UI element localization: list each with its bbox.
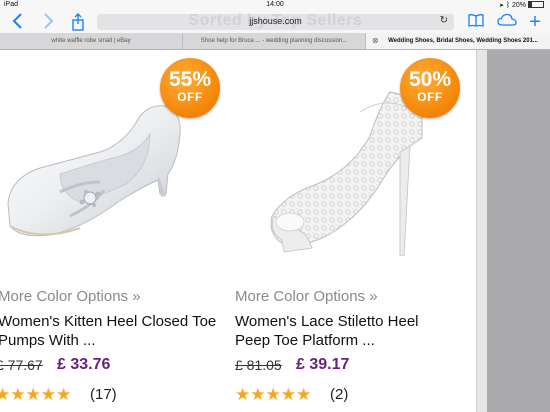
discount-percent: 55%: [168, 68, 212, 91]
discount-badge: 55% OFF: [160, 58, 220, 118]
review-count[interactable]: (17): [90, 386, 117, 403]
review-count[interactable]: (2): [330, 386, 348, 403]
clock: 14:00: [266, 1, 284, 8]
more-color-options-link[interactable]: More Color Options »: [235, 288, 378, 305]
more-color-options-link[interactable]: More Color Options »: [0, 288, 141, 305]
address-bar[interactable]: Sorted by Top Sellers jjshouse.com ↻: [97, 12, 454, 30]
tab-shoe-help[interactable]: Shoe help for Bruce.... - wedding planni…: [183, 33, 366, 49]
battery-percent: 20%: [511, 2, 526, 9]
status-right: ➤ ᛒ 20%: [500, 1, 544, 9]
tab-bar: white waffle robe small | eBay Shoe help…: [0, 33, 550, 50]
tab-label: white waffle robe small | eBay: [51, 38, 131, 44]
original-price: £ 77.67: [0, 357, 43, 373]
product-name-line: Women's Lace Stiletto Heel: [235, 313, 419, 330]
sale-price: £ 33.76: [57, 356, 111, 373]
star-rating: ★★★★★: [0, 385, 72, 404]
product-name-line: Peep Toe Platform ...: [235, 332, 375, 349]
forward-chevron-icon[interactable]: [38, 13, 58, 31]
star-rating: ★★★★★: [235, 385, 312, 404]
discount-badge: 50% OFF: [400, 58, 460, 118]
tab-label: Wedding Shoes, Bridal Shoes, Wedding Sho…: [388, 38, 538, 44]
status-bar: iPad 14:00 ➤ ᛒ 20%: [0, 0, 550, 11]
product-name-line: Pumps With ...: [0, 332, 96, 349]
bluetooth-icon: ᛒ: [505, 2, 511, 9]
bookmarks-icon[interactable]: [466, 13, 486, 31]
web-page-content: 55% OFF 50% OFF More Color Options » Wom…: [0, 50, 476, 412]
tab-wedding-shoes[interactable]: ⊗ Wedding Shoes, Bridal Shoes, Wedding S…: [366, 33, 550, 49]
discount-off-label: OFF: [417, 90, 443, 104]
icloud-tabs-icon[interactable]: [496, 13, 518, 31]
discount-percent: 50%: [408, 68, 452, 91]
close-tab-icon[interactable]: ⊗: [372, 33, 379, 49]
back-chevron-icon[interactable]: [8, 13, 28, 31]
original-price: £ 81.05: [235, 357, 282, 373]
product-name-line: Women's Kitten Heel Closed Toe: [0, 313, 217, 330]
sale-price: £ 39.17: [296, 356, 350, 373]
tab-ebay[interactable]: white waffle robe small | eBay: [0, 33, 183, 49]
location-icon: ➤: [499, 2, 504, 9]
product-name-link[interactable]: Women's Lace Stiletto Heel Peep Toe Plat…: [235, 312, 419, 350]
page-gutter: [487, 50, 550, 412]
tab-label: Shoe help for Bruce.... - wedding planni…: [200, 38, 348, 44]
discount-off-label: OFF: [177, 90, 203, 104]
product-name-link[interactable]: Women's Kitten Heel Closed Toe Pumps Wit…: [0, 312, 216, 350]
new-tab-icon[interactable]: +: [526, 12, 544, 32]
browser-toolbar: Sorted by Top Sellers jjshouse.com ↻ +: [0, 11, 550, 33]
page-scrollbar[interactable]: [476, 50, 487, 412]
battery-icon: [528, 1, 544, 8]
url-host: jjshouse.com: [249, 16, 302, 26]
reload-icon[interactable]: ↻: [440, 15, 448, 26]
share-icon[interactable]: [68, 13, 88, 31]
